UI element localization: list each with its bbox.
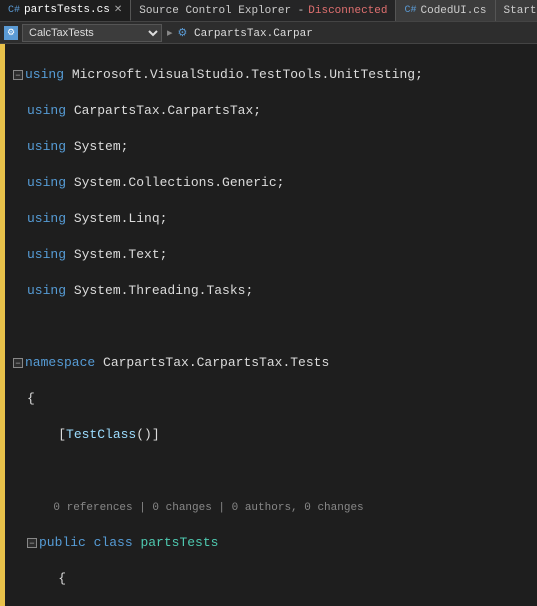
code-line: using CarpartsTax.CarpartsTax; (13, 102, 537, 120)
class-path: ⚙ CarpartsTax.Carpar (178, 26, 313, 40)
tab-bar: C# partsTests.cs ✕ Source Control Explor… (0, 0, 537, 22)
location-bar: ⚙ CalcTaxTests ▸ ⚙ CarpartsTax.Carpar (0, 22, 537, 44)
code-line: using System.Threading.Tasks; (13, 282, 537, 300)
tab-codedUI[interactable]: C# CodedUI.cs (396, 0, 495, 21)
tab-partsTests[interactable]: C# partsTests.cs ✕ (0, 0, 131, 21)
code-line-references: 0 references | 0 changes | 0 authors, 0 … (13, 498, 537, 516)
code-line: [TestClass()] (13, 426, 537, 444)
collapse-class[interactable]: − (27, 538, 37, 548)
code-line: using System; (13, 138, 537, 156)
code-line: using System.Collections.Generic; (13, 174, 537, 192)
editor: −using Microsoft.VisualStudio.TestTools.… (0, 44, 537, 606)
code-line: { (13, 390, 537, 408)
code-line-namespace: −namespace CarpartsTax.CarpartsTax.Tests (13, 354, 537, 372)
tab-startup[interactable]: Startup.cs (496, 0, 537, 21)
tab-label-source-control: Source Control Explorer - (139, 5, 304, 17)
code-line-blank (13, 462, 537, 480)
tab-source-control[interactable]: Source Control Explorer - Disconnected (131, 0, 396, 21)
code-line: −using Microsoft.VisualStudio.TestTools.… (13, 66, 537, 84)
calc-icon: ⚙ (4, 26, 18, 40)
code-line-class: −public class partsTests (13, 534, 537, 552)
cs-file-icon: C# (8, 5, 20, 16)
code-line: using System.Text; (13, 246, 537, 264)
code-line: { (13, 570, 537, 588)
tab-close-partsTests[interactable]: ✕ (114, 4, 122, 16)
code-line: using System.Linq; (13, 210, 537, 228)
code-line-blank (13, 318, 537, 336)
cs-file-icon-2: C# (404, 5, 416, 16)
collapse-namespace[interactable]: − (13, 358, 23, 368)
code-area[interactable]: −using Microsoft.VisualStudio.TestTools.… (5, 44, 537, 606)
tab-label-partsTests: partsTests.cs (24, 4, 110, 16)
tab-label-startup: Startup.cs (504, 5, 537, 17)
location-separator: ▸ (167, 26, 173, 40)
collapse-usings[interactable]: − (13, 70, 23, 80)
tab-disconnected-label: Disconnected (308, 5, 387, 17)
tab-label-codedUI: CodedUI.cs (421, 5, 487, 17)
class-dropdown[interactable]: CalcTaxTests (22, 24, 162, 42)
